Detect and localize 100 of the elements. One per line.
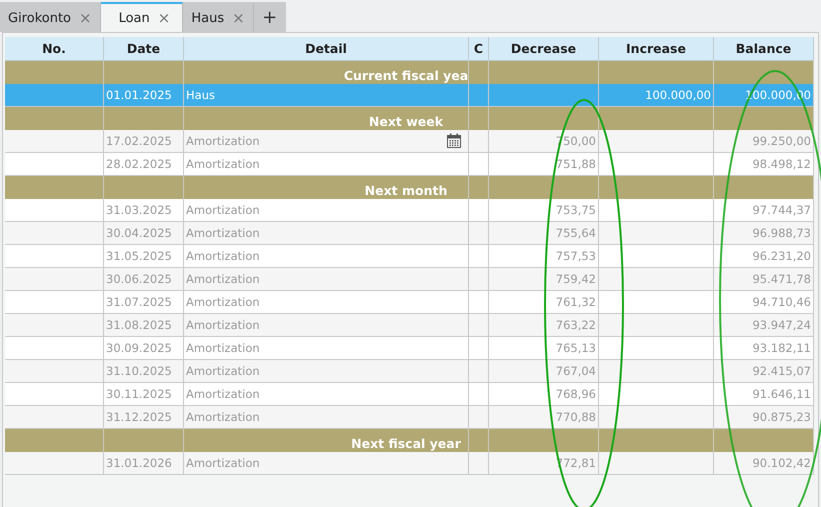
table-cell[interactable]: 759,42	[489, 268, 599, 291]
table-cell[interactable]: 763,22	[489, 314, 599, 337]
table-cell[interactable]	[599, 245, 714, 268]
table-cell[interactable]: 30.11.2025	[104, 383, 184, 406]
column-header[interactable]: C	[469, 37, 489, 61]
table-cell[interactable]: 31.03.2025	[104, 199, 184, 222]
table-cell[interactable]: 93.947,24	[714, 314, 814, 337]
column-header[interactable]: No.	[5, 37, 104, 61]
table-cell[interactable]	[469, 268, 489, 291]
table-cell[interactable]: 97.744,37	[714, 199, 814, 222]
table-cell[interactable]: 96.231,20	[714, 245, 814, 268]
table-cell[interactable]: 94.710,46	[714, 291, 814, 314]
table-cell[interactable]	[599, 153, 714, 176]
table-cell[interactable]	[5, 383, 104, 406]
table-cell[interactable]	[5, 268, 104, 291]
table-cell[interactable]	[469, 130, 489, 153]
table-cell[interactable]	[5, 245, 104, 268]
column-header[interactable]: Detail	[184, 37, 469, 61]
tab[interactable]: Haus ×	[183, 2, 254, 32]
table-cell[interactable]: Amortization	[184, 337, 469, 360]
table-cell[interactable]: 91.646,11	[714, 383, 814, 406]
table-cell[interactable]	[599, 360, 714, 383]
column-header[interactable]: Decrease	[489, 37, 599, 61]
table-cell[interactable]: Amortization	[184, 291, 469, 314]
table-cell[interactable]: Amortization	[184, 199, 469, 222]
table-cell[interactable]	[5, 360, 104, 383]
table-cell[interactable]: 30.04.2025	[104, 222, 184, 245]
table-cell[interactable]	[5, 291, 104, 314]
table-cell[interactable]: 31.12.2025	[104, 406, 184, 429]
tab[interactable]: Loan ×	[100, 2, 184, 32]
table-cell[interactable]	[5, 314, 104, 337]
table-cell[interactable]: Amortization	[184, 130, 469, 153]
table-cell[interactable]: 757,53	[489, 245, 599, 268]
table-cell[interactable]: 01.01.2025	[104, 84, 184, 107]
table-cell[interactable]: 765,13	[489, 337, 599, 360]
table-cell[interactable]: 93.182,11	[714, 337, 814, 360]
table-cell[interactable]: 755,64	[489, 222, 599, 245]
table-cell[interactable]	[469, 360, 489, 383]
table-cell[interactable]: 761,32	[489, 291, 599, 314]
table-cell[interactable]: 31.05.2025	[104, 245, 184, 268]
table-cell[interactable]: 90.875,23	[714, 406, 814, 429]
table-cell[interactable]: Amortization	[184, 245, 469, 268]
table-cell[interactable]: 768,96	[489, 383, 599, 406]
table-cell[interactable]: Amortization	[184, 268, 469, 291]
table-cell[interactable]	[5, 406, 104, 429]
table-cell[interactable]	[469, 222, 489, 245]
table-cell[interactable]	[5, 84, 104, 107]
table-cell[interactable]: 90.102,42	[714, 452, 814, 475]
new-tab-button[interactable]: +	[254, 2, 286, 32]
tab[interactable]: Girokonto ×	[0, 2, 101, 32]
table-cell[interactable]: 770,88	[489, 406, 599, 429]
table-cell[interactable]: 767,04	[489, 360, 599, 383]
table-cell[interactable]	[599, 291, 714, 314]
table-cell[interactable]	[599, 314, 714, 337]
table-cell[interactable]: 751,88	[489, 153, 599, 176]
table-cell[interactable]	[489, 84, 599, 107]
table-cell[interactable]: 31.01.2026	[104, 452, 184, 475]
table-cell[interactable]	[599, 130, 714, 153]
table-cell[interactable]	[5, 337, 104, 360]
table-cell[interactable]	[599, 199, 714, 222]
table-cell[interactable]: 92.415,07	[714, 360, 814, 383]
table-cell[interactable]	[469, 383, 489, 406]
table-cell[interactable]: Amortization	[184, 153, 469, 176]
column-header[interactable]: Increase	[599, 37, 714, 61]
table-cell[interactable]	[469, 314, 489, 337]
calendar-icon[interactable]	[446, 133, 462, 149]
table-cell[interactable]	[5, 199, 104, 222]
table-cell[interactable]: 99.250,00	[714, 130, 814, 153]
table-cell[interactable]: 753,75	[489, 199, 599, 222]
table-cell[interactable]: 31.10.2025	[104, 360, 184, 383]
table-cell[interactable]: Amortization	[184, 360, 469, 383]
table-cell[interactable]: 28.02.2025	[104, 153, 184, 176]
table-cell[interactable]	[469, 291, 489, 314]
table-cell[interactable]: 98.498,12	[714, 153, 814, 176]
table-cell[interactable]	[469, 452, 489, 475]
table-cell[interactable]	[599, 222, 714, 245]
close-icon[interactable]: ×	[79, 9, 92, 27]
close-icon[interactable]: ×	[232, 9, 245, 27]
table-cell[interactable]: Amortization	[184, 406, 469, 429]
column-header[interactable]: Balance	[714, 37, 814, 61]
table-cell[interactable]: 95.471,78	[714, 268, 814, 291]
table-cell[interactable]	[5, 222, 104, 245]
table-cell[interactable]: 31.08.2025	[104, 314, 184, 337]
table-cell[interactable]: 17.02.2025	[104, 130, 184, 153]
table-cell[interactable]	[469, 337, 489, 360]
column-header[interactable]: Date	[104, 37, 184, 61]
table-cell[interactable]: Haus	[184, 84, 469, 107]
table-cell[interactable]	[469, 199, 489, 222]
table-cell[interactable]	[469, 84, 489, 107]
table-cell[interactable]	[469, 406, 489, 429]
table-cell[interactable]: 30.06.2025	[104, 268, 184, 291]
table-cell[interactable]: 31.07.2025	[104, 291, 184, 314]
table-cell[interactable]	[5, 452, 104, 475]
table-cell[interactable]: Amortization	[184, 452, 469, 475]
table-cell[interactable]	[469, 153, 489, 176]
table-cell[interactable]	[469, 245, 489, 268]
close-icon[interactable]: ×	[158, 9, 170, 27]
table-cell[interactable]	[599, 383, 714, 406]
table-cell[interactable]	[599, 452, 714, 475]
table-cell[interactable]	[599, 337, 714, 360]
